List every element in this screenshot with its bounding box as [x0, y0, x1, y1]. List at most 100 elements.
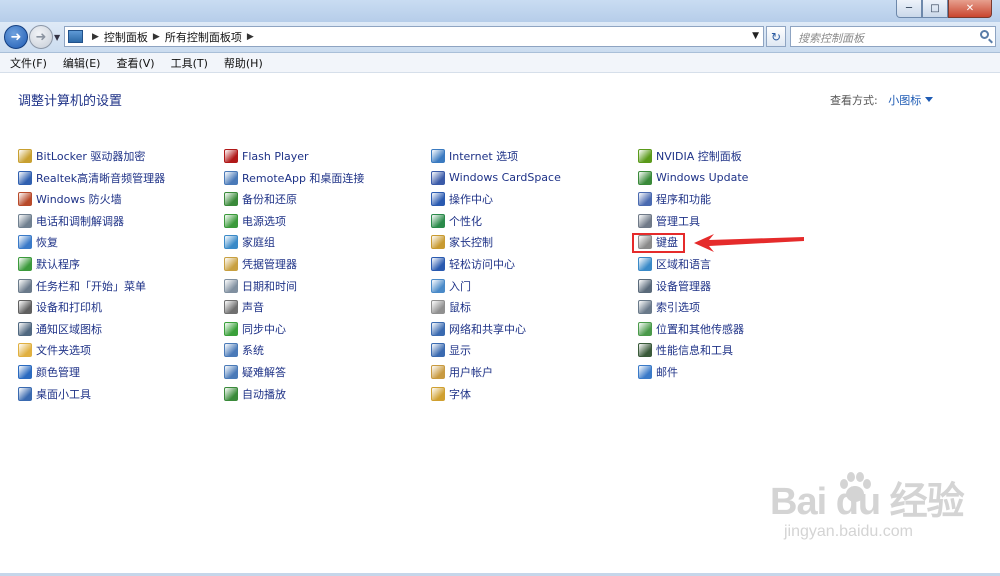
- cp-item[interactable]: 凭据管理器: [224, 255, 297, 273]
- cp-item[interactable]: Windows 防火墙: [18, 190, 122, 208]
- address-history-dropdown[interactable]: ▼: [752, 31, 759, 41]
- breadcrumb-control-panel[interactable]: 控制面板: [104, 29, 148, 45]
- cp-item-label: 凭据管理器: [242, 258, 297, 271]
- cp-item[interactable]: 网络和共享中心: [431, 320, 526, 338]
- cp-item[interactable]: 电话和调制解调器: [18, 212, 124, 230]
- cp-item[interactable]: 恢复: [18, 233, 58, 251]
- credential-icon: [224, 257, 238, 271]
- cp-item[interactable]: Realtek高清晰音频管理器: [18, 169, 165, 187]
- close-icon: ✕: [965, 3, 975, 14]
- forward-button[interactable]: ➜: [29, 25, 53, 49]
- menu-help[interactable]: 帮助(H): [214, 53, 269, 72]
- cp-item[interactable]: 日期和时间: [224, 277, 297, 295]
- cp-item[interactable]: 颜色管理: [18, 363, 80, 381]
- menu-view[interactable]: 查看(V): [106, 53, 160, 72]
- address-bar[interactable]: ▶ 控制面板 ▶ 所有控制面板项 ▶ ▼: [64, 26, 764, 47]
- cp-item-label: 管理工具: [656, 214, 700, 228]
- cp-item-label: 入门: [449, 279, 471, 293]
- cp-item-label: Windows 防火墙: [36, 193, 122, 207]
- cp-item[interactable]: 邮件: [638, 363, 678, 381]
- cp-item-label: 操作中心: [449, 193, 493, 207]
- breadcrumb-all-items[interactable]: 所有控制面板项: [165, 29, 242, 45]
- cp-item[interactable]: 设备管理器: [638, 277, 711, 295]
- flash-player-icon: [224, 149, 238, 163]
- cp-item[interactable]: 轻松访问中心: [431, 255, 515, 273]
- cp-item[interactable]: 同步中心: [224, 320, 286, 338]
- cp-item[interactable]: 电源选项: [224, 212, 286, 230]
- cp-item[interactable]: Windows CardSpace: [431, 169, 561, 187]
- cp-item[interactable]: 声音: [224, 298, 264, 316]
- cp-item[interactable]: 用户帐户: [431, 363, 493, 381]
- cp-item[interactable]: 自动播放: [224, 385, 286, 403]
- cp-item[interactable]: 个性化: [431, 212, 482, 230]
- cp-item[interactable]: RemoteApp 和桌面连接: [224, 169, 364, 187]
- cp-item[interactable]: 文件夹选项: [18, 341, 91, 359]
- cp-item-label: 鼠标: [449, 301, 471, 315]
- cp-item[interactable]: 入门: [431, 277, 471, 295]
- cp-item[interactable]: 区域和语言: [638, 255, 711, 273]
- cp-item[interactable]: NVIDIA 控制面板: [638, 147, 742, 165]
- speaker-icon: [224, 300, 238, 315]
- menu-edit[interactable]: 编辑(E): [53, 53, 107, 72]
- cp-item-label: 字体: [449, 387, 471, 401]
- chevron-right-icon[interactable]: ▶: [247, 32, 254, 42]
- cp-item-label: BitLocker 驱动器加密: [36, 150, 146, 163]
- chevron-right-icon[interactable]: ▶: [92, 32, 99, 42]
- clock-icon: [224, 278, 238, 293]
- cp-item[interactable]: 备份和还原: [224, 190, 297, 208]
- cp-item[interactable]: Windows Update: [638, 169, 748, 187]
- cp-item-label: Flash Player: [242, 149, 309, 163]
- view-by-dropdown[interactable]: 小图标: [888, 94, 934, 107]
- cp-item-label: 家庭组: [242, 236, 275, 250]
- cp-item-label: Realtek高清晰音频管理器: [36, 171, 166, 185]
- cp-item[interactable]: 显示: [431, 341, 471, 359]
- cp-item[interactable]: 管理工具: [638, 212, 700, 230]
- phone-modem-icon: [18, 213, 32, 228]
- paw-icon: [840, 472, 871, 502]
- watermark-url: jingyan.baidu.com: [784, 523, 913, 540]
- cp-item[interactable]: 任务栏和「开始」菜单: [18, 277, 146, 295]
- cp-item[interactable]: 家庭组: [224, 233, 275, 251]
- highlight-box: [632, 233, 685, 253]
- cp-item[interactable]: 索引选项: [638, 298, 700, 316]
- cp-item[interactable]: 操作中心: [431, 190, 493, 208]
- cp-item[interactable]: 家长控制: [431, 233, 493, 251]
- cp-item-label: 备份和还原: [242, 193, 297, 207]
- cp-item[interactable]: 通知区域图标: [18, 320, 102, 338]
- cp-item[interactable]: BitLocker 驱动器加密: [18, 147, 145, 165]
- cp-item[interactable]: 系统: [224, 341, 264, 359]
- search-input[interactable]: 搜索控制面板: [790, 26, 996, 47]
- cp-item[interactable]: 字体: [431, 385, 471, 403]
- fonts-icon: [431, 386, 445, 401]
- refresh-button[interactable]: ↻: [766, 26, 786, 47]
- chevron-right-icon[interactable]: ▶: [153, 32, 160, 42]
- cp-item[interactable]: 设备和打印机: [18, 298, 102, 316]
- cp-item[interactable]: 桌面小工具: [18, 385, 91, 403]
- troubleshoot-icon: [224, 365, 238, 379]
- maximize-button[interactable]: □: [922, 0, 948, 18]
- page-title: 调整计算机的设置: [18, 94, 123, 109]
- cp-item-label: 电话和调制解调器: [36, 214, 124, 228]
- mouse-icon: [431, 300, 445, 315]
- folder-options-icon: [18, 343, 32, 358]
- close-button[interactable]: ✕: [948, 0, 992, 18]
- getting-started-icon: [431, 278, 445, 293]
- menu-tools[interactable]: 工具(T): [161, 53, 214, 72]
- search-icon[interactable]: [980, 30, 989, 39]
- cardspace-icon: [431, 170, 445, 185]
- cp-item[interactable]: Flash Player: [224, 147, 309, 165]
- cp-item[interactable]: 疑难解答: [224, 363, 286, 381]
- cp-item[interactable]: 性能信息和工具: [638, 341, 733, 359]
- cp-item-label: 设备管理器: [656, 279, 711, 293]
- cp-item-label: 桌面小工具: [36, 387, 91, 401]
- back-button[interactable]: ➜: [4, 25, 28, 49]
- menu-file[interactable]: 文件(F): [0, 53, 53, 72]
- cp-item[interactable]: 位置和其他传感器: [638, 320, 744, 338]
- cp-item[interactable]: Internet 选项: [431, 147, 518, 165]
- cp-item[interactable]: 鼠标: [431, 298, 471, 316]
- cp-item[interactable]: 程序和功能: [638, 190, 711, 208]
- cp-item[interactable]: 默认程序: [18, 255, 80, 273]
- recent-pages-dropdown[interactable]: ▼: [54, 33, 60, 42]
- minimize-button[interactable]: ─: [896, 0, 922, 18]
- cp-item-label: 家长控制: [449, 236, 493, 250]
